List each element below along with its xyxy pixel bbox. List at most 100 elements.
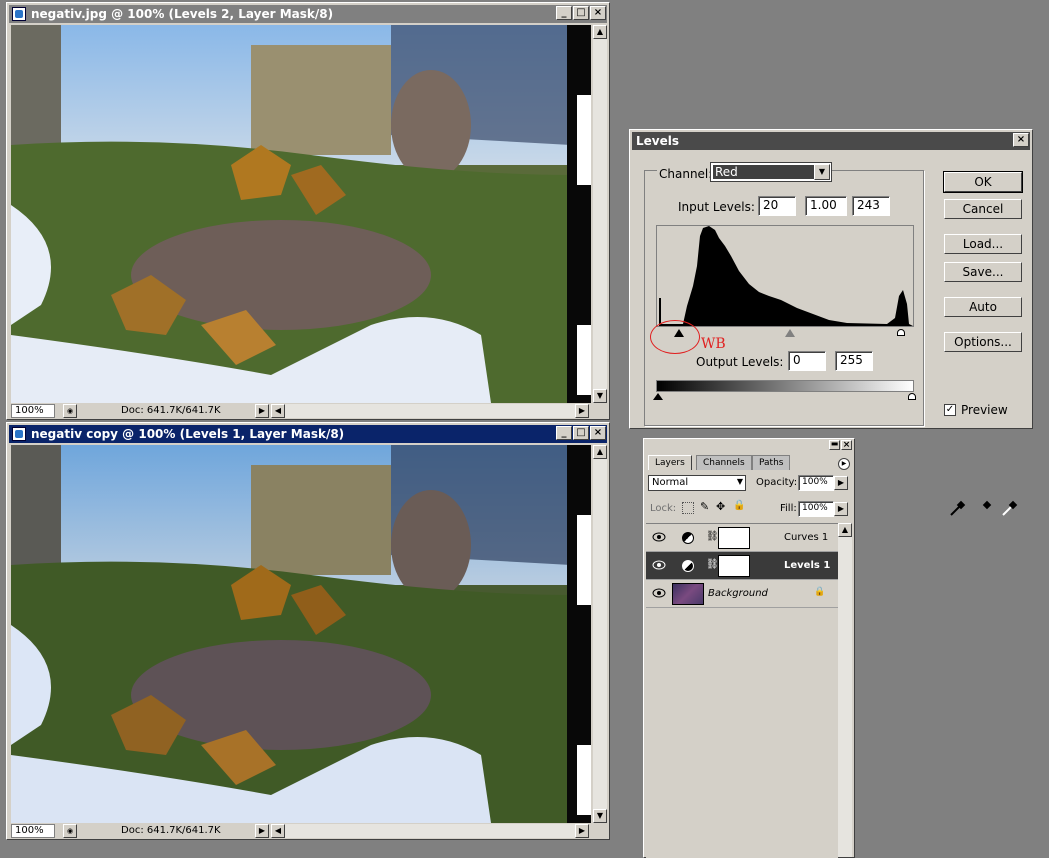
scroll-up-button[interactable]: ▲ [593,445,607,459]
tab-paths[interactable]: Paths [752,455,791,470]
palette-minimize-button[interactable]: ▬ [829,440,840,450]
scroll-right-button[interactable]: ▶ [575,824,589,838]
output-black-slider[interactable] [653,393,663,400]
document-title-bar[interactable]: negativ.jpg @ 100% (Levels 2, Layer Mask… [9,5,607,23]
lock-label: Lock: [650,503,677,514]
ok-button[interactable]: OK [943,171,1023,193]
cancel-button[interactable]: Cancel [944,199,1022,219]
vertical-scrollbar[interactable]: ▲ ▼ [593,445,607,823]
layer-row-background[interactable]: Background 🔒 [646,580,838,608]
document-title: negativ.jpg @ 100% (Levels 2, Layer Mask… [31,7,334,21]
input-levels-label: Input Levels: [678,200,755,214]
palette-tabs: Layers Channels Paths [648,455,848,470]
blend-mode-value: Normal [652,477,689,488]
blend-mode-select[interactable]: Normal ▼ [648,475,746,491]
input-white-slider[interactable] [897,329,905,336]
palette-menu-icon[interactable]: ▶ [838,458,850,470]
preview-checkbox[interactable]: ✓ [944,404,956,416]
scroll-left-button[interactable]: ◀ [271,404,285,418]
wb-annotation-circle [650,320,700,354]
maximize-button[interactable]: □ [573,6,589,20]
status-menu-icon[interactable]: ◉ [63,404,77,418]
visibility-eye-icon[interactable] [652,587,666,599]
document-size-info: Doc: 641.7K/641.7K [121,405,221,416]
gray-eyedropper-icon[interactable] [974,500,992,518]
photoshop-document-icon [12,427,26,441]
zoom-field[interactable]: 100% [11,404,55,418]
resize-grip-icon[interactable] [591,404,605,418]
layers-scrollbar[interactable]: ▲ [838,523,852,857]
layer-name: Levels 1 [784,560,831,571]
opacity-field[interactable]: 100% [798,475,834,491]
close-button[interactable]: × [590,6,606,20]
status-arrow-button[interactable]: ▶ [255,404,269,418]
input-gamma-slider[interactable] [785,329,795,337]
preview-label: Preview [961,403,1008,417]
scroll-right-button[interactable]: ▶ [575,404,589,418]
auto-button[interactable]: Auto [944,297,1022,317]
scroll-down-button[interactable]: ▼ [593,389,607,403]
lock-transparency-icon[interactable] [682,502,694,514]
opacity-arrow-button[interactable]: ▶ [834,476,848,490]
scroll-down-button[interactable]: ▼ [593,809,607,823]
background-thumbnail [672,583,704,605]
close-button[interactable]: × [1013,133,1029,147]
tab-channels[interactable]: Channels [696,455,752,470]
scroll-up-button[interactable]: ▲ [838,523,852,537]
photo-image [11,25,591,403]
chevron-down-icon[interactable]: ▼ [737,477,743,486]
horizontal-scrollbar[interactable] [285,824,575,838]
maximize-button[interactable]: □ [573,426,589,440]
minimize-button[interactable]: _ [556,6,572,20]
chevron-down-icon[interactable]: ▼ [814,164,830,180]
output-black-field[interactable]: 0 [788,351,826,371]
tab-layers[interactable]: Layers [648,455,692,470]
save-button[interactable]: Save... [944,262,1022,282]
fill-label: Fill: [780,503,797,514]
document-title-bar[interactable]: negativ copy @ 100% (Levels 1, Layer Mas… [9,425,607,443]
white-eyedropper-icon[interactable] [1000,500,1018,518]
resize-grip-icon[interactable] [591,824,605,838]
zoom-field[interactable]: 100% [11,824,55,838]
scroll-up-button[interactable]: ▲ [593,25,607,39]
layer-row-curves[interactable]: ⛓ Curves 1 [646,524,838,552]
input-black-field[interactable]: 20 [758,196,796,216]
document-size-info: Doc: 641.7K/641.7K [121,825,221,836]
status-menu-icon[interactable]: ◉ [63,824,77,838]
status-arrow-button[interactable]: ▶ [255,824,269,838]
input-gamma-field[interactable]: 1.00 [805,196,847,216]
photo-canvas[interactable] [11,25,591,403]
visibility-eye-icon[interactable] [652,531,666,543]
vertical-scrollbar[interactable]: ▲ ▼ [593,25,607,403]
output-white-slider[interactable] [908,393,916,400]
layer-row-levels[interactable]: ⛓ Levels 1 [646,552,838,580]
scroll-left-button[interactable]: ◀ [271,824,285,838]
black-eyedropper-icon[interactable] [948,500,966,518]
output-gradient-bar [656,380,914,392]
channel-select[interactable]: Red ▼ [710,162,832,182]
input-white-field[interactable]: 243 [852,196,890,216]
layers-palette: ▬ × Layers Channels Paths ▶ Normal ▼ Opa… [643,438,855,858]
horizontal-scrollbar[interactable] [285,404,575,418]
layer-mask-thumbnail [718,527,750,549]
photoshop-document-icon [12,7,26,21]
minimize-button[interactable]: _ [556,426,572,440]
lock-all-icon[interactable]: 🔒 [733,500,745,511]
output-white-field[interactable]: 255 [835,351,873,371]
options-button[interactable]: Options... [944,332,1022,352]
palette-title-strip[interactable]: ▬ × [644,439,854,451]
lock-brush-icon[interactable]: ✎ [700,500,709,513]
photo-canvas[interactable] [11,445,591,823]
levels-title: Levels [636,134,680,148]
load-button[interactable]: Load... [944,234,1022,254]
opacity-label: Opacity: [756,477,798,488]
levels-title-bar[interactable]: Levels [632,132,1030,150]
fill-field[interactable]: 100% [798,501,834,517]
palette-close-button[interactable]: × [841,440,852,450]
fill-arrow-button[interactable]: ▶ [834,502,848,516]
adjustment-layer-icon [682,560,694,572]
visibility-eye-icon[interactable] [652,559,666,571]
close-button[interactable]: × [590,426,606,440]
lock-move-icon[interactable]: ✥ [716,500,725,513]
layer-name: Background [708,588,768,599]
